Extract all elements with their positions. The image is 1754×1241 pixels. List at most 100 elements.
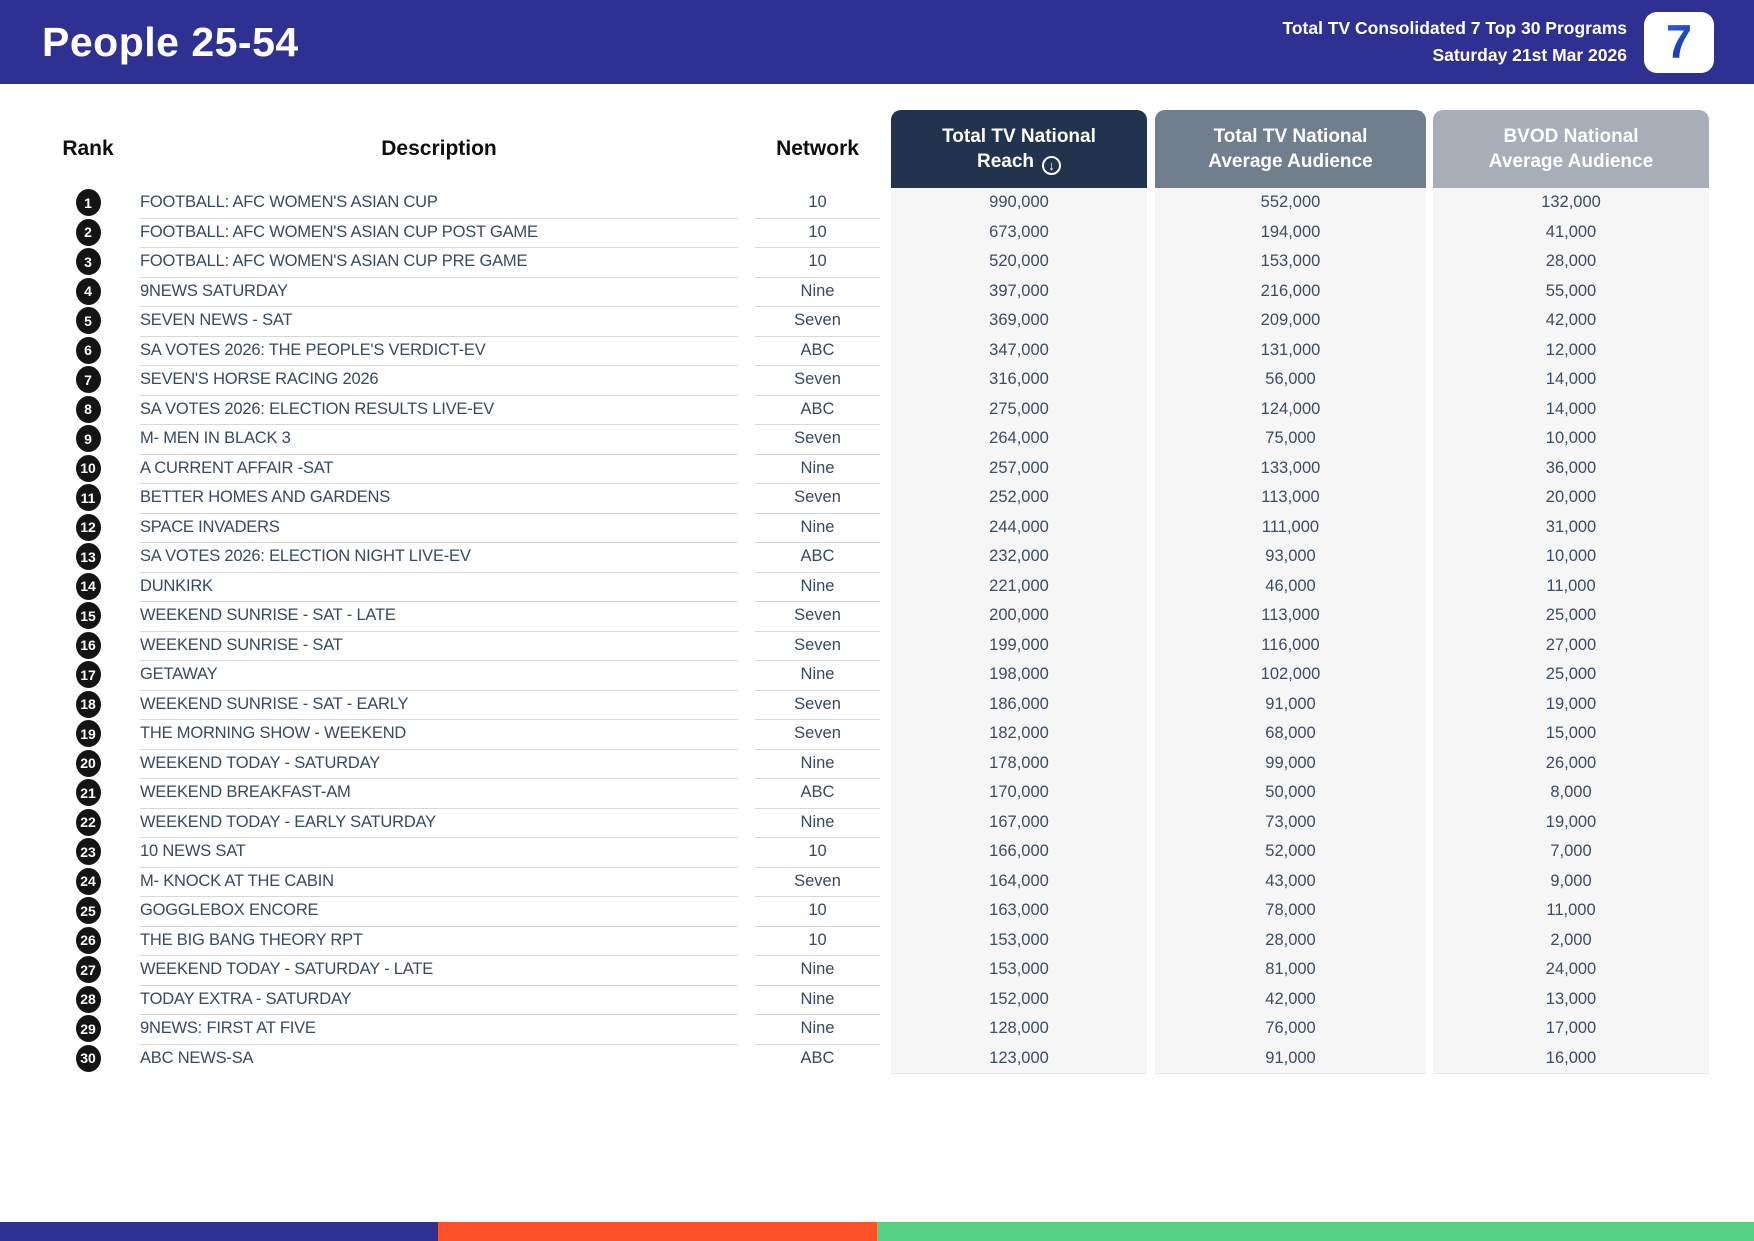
total-tv-average-audience-cell: 68,000 — [1155, 719, 1426, 750]
table-row: 12 SPACE INVADERS Nine 244,000 111,000 31,000 — [60, 512, 1709, 543]
total-tv-average-audience-cell: 52,000 — [1155, 837, 1426, 868]
rank-cell: 24 — [60, 867, 116, 897]
total-tv-average-audience-cell: 73,000 — [1155, 807, 1426, 838]
network-header-label: Network — [776, 137, 859, 160]
total-tv-reach-cell: 123,000 — [891, 1043, 1147, 1074]
column-header-total-tv-reach[interactable]: Total TV National Reach ↓ — [891, 110, 1147, 188]
total-tv-reach-cell: 520,000 — [891, 247, 1147, 278]
bvod-average-audience-cell: 10,000 — [1433, 542, 1709, 573]
network-cell: 10 — [755, 218, 880, 248]
total-tv-reach-cell: 182,000 — [891, 719, 1147, 750]
rank-badge: 6 — [75, 336, 101, 364]
network-cell: Nine — [755, 454, 880, 484]
report-page: People 25-54 Total TV Consolidated 7 Top… — [0, 0, 1754, 1241]
total-tv-reach-cell: 275,000 — [891, 394, 1147, 425]
avg-header-line2: Average Audience — [1208, 151, 1373, 172]
total-tv-average-audience-cell: 91,000 — [1155, 689, 1426, 720]
rank-badge: 16 — [75, 631, 101, 659]
table-row: 2 FOOTBALL: AFC WOMEN'S ASIAN CUP POST GA… — [60, 217, 1709, 248]
table-row: 18 WEEKEND SUNRISE - SAT - EARLY Seven 186,… — [60, 689, 1709, 720]
program-description-cell: SEVEN'S HORSE RACING 2026 — [140, 365, 738, 396]
total-tv-reach-cell: 252,000 — [891, 483, 1147, 514]
seven-network-logo: 7 — [1644, 11, 1714, 73]
rank-cell: 25 — [60, 896, 116, 926]
total-tv-reach-cell: 244,000 — [891, 512, 1147, 543]
rank-cell: 26 — [60, 926, 116, 956]
rank-cell: 28 — [60, 985, 116, 1015]
bvod-average-audience-cell: 10,000 — [1433, 424, 1709, 455]
footer-bar-blue-segment — [0, 1222, 438, 1241]
column-header-total-tv-average-audience[interactable]: Total TV National Average Audience — [1155, 110, 1426, 188]
network-cell: Nine — [755, 985, 880, 1015]
rank-cell: 12 — [60, 513, 116, 543]
bvod-average-audience-cell: 26,000 — [1433, 748, 1709, 779]
report-subtitle: Total TV Consolidated 7 Top 30 Programs … — [1282, 15, 1627, 69]
rank-cell: 17 — [60, 660, 116, 690]
sort-descending-icon[interactable]: ↓ — [1042, 155, 1062, 175]
total-tv-average-audience-cell: 78,000 — [1155, 896, 1426, 927]
program-description-cell: FOOTBALL: AFC WOMEN'S ASIAN CUP — [140, 188, 738, 219]
total-tv-average-audience-cell: 113,000 — [1155, 601, 1426, 632]
program-description-cell: SA VOTES 2026: ELECTION NIGHT LIVE-EV — [140, 542, 738, 573]
rank-badge: 15 — [75, 602, 101, 630]
rank-cell: 8 — [60, 395, 116, 425]
rank-badge: 14 — [75, 572, 101, 600]
program-description-cell: WEEKEND TODAY - EARLY SATURDAY — [140, 808, 738, 838]
network-cell: Nine — [755, 513, 880, 543]
rank-cell: 21 — [60, 778, 116, 808]
program-description-cell: GETAWAY — [140, 660, 738, 691]
total-tv-average-audience-cell: 56,000 — [1155, 365, 1426, 396]
rank-badge: 4 — [75, 277, 101, 305]
network-cell: Nine — [755, 808, 880, 838]
bvod-average-audience-cell: 19,000 — [1433, 807, 1709, 838]
rank-header-label: Rank — [62, 137, 114, 160]
network-cell: Seven — [755, 719, 880, 750]
table-row: 8 SA VOTES 2026: ELECTION RESULTS LIVE-EV… — [60, 394, 1709, 425]
rank-badge: 30 — [75, 1044, 101, 1072]
total-tv-reach-cell: 990,000 — [891, 188, 1147, 219]
rank-badge: 21 — [75, 779, 101, 807]
bvod-average-audience-cell: 9,000 — [1433, 866, 1709, 897]
program-description-cell: WEEKEND SUNRISE - SAT - LATE — [140, 601, 738, 632]
seven-logo-glyph: 7 — [1665, 14, 1693, 68]
program-description-cell: TODAY EXTRA - SATURDAY — [140, 985, 738, 1015]
rank-badge: 17 — [75, 661, 101, 689]
total-tv-average-audience-cell: 194,000 — [1155, 217, 1426, 248]
rank-cell: 6 — [60, 336, 116, 366]
bvod-average-audience-cell: 28,000 — [1433, 247, 1709, 278]
rank-cell: 14 — [60, 572, 116, 602]
rank-badge: 5 — [75, 307, 101, 335]
total-tv-reach-cell: 232,000 — [891, 542, 1147, 573]
column-header-bvod-average-audience[interactable]: BVOD National Average Audience — [1433, 110, 1709, 188]
bvod-average-audience-cell: 36,000 — [1433, 453, 1709, 484]
rank-cell: 18 — [60, 690, 116, 720]
network-cell: Seven — [755, 483, 880, 514]
report-subtitle-line1: Total TV Consolidated 7 Top 30 Programs — [1282, 18, 1627, 38]
program-description-cell: M- MEN IN BLACK 3 — [140, 424, 738, 455]
program-description-cell: SEVEN NEWS - SAT — [140, 306, 738, 337]
program-description-cell: WEEKEND TODAY - SATURDAY — [140, 749, 738, 779]
network-cell: 10 — [755, 926, 880, 956]
reach-header-label: Reach — [976, 150, 1035, 172]
rank-cell: 23 — [60, 837, 116, 867]
total-tv-reach-cell: 198,000 — [891, 660, 1147, 691]
footer-bar-green-segment — [877, 1222, 1754, 1241]
network-cell: ABC — [800, 1048, 835, 1067]
program-description-cell: WEEKEND BREAKFAST-AM — [140, 778, 738, 809]
total-tv-average-audience-cell: 131,000 — [1155, 335, 1426, 366]
bvod-average-audience-cell: 27,000 — [1433, 630, 1709, 661]
table-row: 25 GOGGLEBOX ENCORE 10 163,000 78,000 11,000 — [60, 896, 1709, 927]
table-row: 11 BETTER HOMES AND GARDENS Seven 252,000 11… — [60, 483, 1709, 514]
total-tv-average-audience-cell: 50,000 — [1155, 778, 1426, 809]
rank-cell: 11 — [60, 483, 116, 513]
network-cell: 10 — [755, 896, 880, 927]
bvod-average-audience-cell: 17,000 — [1433, 1014, 1709, 1045]
table-row: 16 WEEKEND SUNRISE - SAT Seven 199,000 116,0… — [60, 630, 1709, 661]
total-tv-average-audience-cell: 42,000 — [1155, 984, 1426, 1015]
rank-badge: 7 — [75, 366, 101, 394]
table-row: 30 ABC NEWS-SA ABC 123,000 91,000 16,000 — [60, 1043, 1709, 1074]
table-row: 13 SA VOTES 2026: ELECTION NIGHT LIVE-EV A… — [60, 542, 1709, 573]
table-row: 29 9NEWS: FIRST AT FIVE Nine 128,000 76,000 1… — [60, 1014, 1709, 1045]
bvod-average-audience-cell: 31,000 — [1433, 512, 1709, 543]
table-header-row: Rank Description Network Total TV Nation… — [60, 110, 1709, 188]
